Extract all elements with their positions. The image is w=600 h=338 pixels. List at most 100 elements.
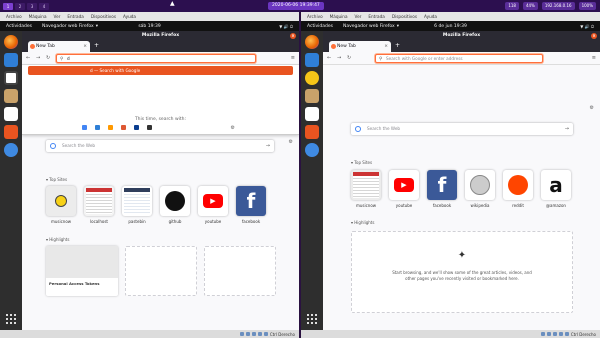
new-tab-icon[interactable]: + xyxy=(94,42,99,49)
search-suggestion-row[interactable]: d — Search with Google xyxy=(28,66,293,75)
app-menu[interactable]: Navegador web Firefox ▾ xyxy=(343,24,399,29)
menu-archivo[interactable]: Archivo xyxy=(6,14,22,19)
top-site-tile[interactable]: f facebook xyxy=(236,186,266,224)
top-site-tile[interactable]: a @amazon xyxy=(541,170,571,208)
search-settings-icon[interactable]: ⚙ xyxy=(231,125,235,131)
search-go-icon[interactable]: → xyxy=(266,140,270,152)
writer-icon[interactable] xyxy=(4,107,18,121)
search-placeholder: Search the Web xyxy=(62,143,96,148)
menu-dispositivos[interactable]: Dispositivos xyxy=(392,14,417,19)
show-applications-icon[interactable] xyxy=(6,314,16,324)
back-icon[interactable]: ← xyxy=(26,55,30,61)
highlights-header[interactable]: ▾ Highlights xyxy=(46,237,69,242)
firefox-icon[interactable] xyxy=(4,35,18,49)
highlights-header[interactable]: ▾ Highlights xyxy=(351,220,374,225)
system-menu-icon[interactable]: ▼ 🔊 ⏻ xyxy=(279,24,293,29)
top-site-label: musicnow xyxy=(355,203,377,208)
top-sites-header[interactable]: ▾ Top Sites xyxy=(46,177,67,182)
search-input[interactable]: Search the Web → xyxy=(351,123,573,135)
url-bar[interactable]: ⚲ d xyxy=(56,54,256,63)
top-site-tile[interactable]: musicnow xyxy=(46,186,76,224)
show-applications-icon[interactable] xyxy=(307,314,317,324)
host-status-item[interactable]: 118 xyxy=(505,2,519,10)
gear-icon[interactable]: ⚙ xyxy=(590,105,594,111)
menu-dispositivos[interactable]: Dispositivos xyxy=(91,14,116,19)
guest-clock[interactable]: sáb 19:39 xyxy=(138,24,160,29)
hamburger-menu-icon[interactable]: ≡ xyxy=(291,55,295,61)
software-icon[interactable] xyxy=(305,125,319,139)
workspace-4[interactable]: 4 xyxy=(39,2,49,10)
back-icon[interactable]: ← xyxy=(327,55,331,61)
help-icon[interactable] xyxy=(305,143,319,157)
close-icon[interactable]: × xyxy=(290,32,296,39)
ebay-engine-icon[interactable] xyxy=(134,125,139,130)
workspace-2[interactable]: 2 xyxy=(15,2,25,10)
top-site-tile[interactable]: musicnow xyxy=(351,170,381,208)
top-site-tile[interactable]: localhost xyxy=(84,186,114,224)
new-tab-icon[interactable]: + xyxy=(395,42,400,49)
top-site-tile[interactable]: reddit xyxy=(503,170,533,208)
amazon-engine-icon[interactable] xyxy=(108,125,113,130)
reload-icon[interactable]: ↻ xyxy=(46,55,50,61)
duckduckgo-engine-icon[interactable] xyxy=(121,125,126,130)
top-sites-header[interactable]: ▾ Top Sites xyxy=(351,160,372,165)
wikipedia-engine-icon[interactable] xyxy=(147,125,152,130)
rhythmbox-icon[interactable] xyxy=(4,71,18,85)
menu-maquina[interactable]: Máquina xyxy=(29,14,47,19)
workspace-3[interactable]: 3 xyxy=(27,2,37,10)
host-status-item[interactable]: 192.168.0.16 xyxy=(541,2,575,10)
host-status-item[interactable]: 44% xyxy=(522,2,538,10)
forward-icon[interactable]: → xyxy=(36,55,40,61)
bing-engine-icon[interactable] xyxy=(95,125,100,130)
files-icon[interactable] xyxy=(4,89,18,103)
chevron-down-icon: ▾ xyxy=(396,23,399,29)
menu-ayuda[interactable]: Ayuda xyxy=(424,14,437,19)
menu-archivo[interactable]: Archivo xyxy=(307,14,323,19)
thunderbird-icon[interactable] xyxy=(305,53,319,67)
tab-close-icon[interactable]: × xyxy=(384,41,388,52)
highlight-placeholder xyxy=(204,246,276,296)
top-site-tile[interactable]: wikipedia xyxy=(465,170,495,208)
software-icon[interactable] xyxy=(4,125,18,139)
tab-close-icon[interactable]: × xyxy=(83,41,87,52)
reload-icon[interactable]: ↻ xyxy=(347,55,351,61)
google-engine-icon[interactable] xyxy=(82,125,87,130)
help-icon[interactable] xyxy=(4,143,18,157)
highlight-card[interactable]: Personal Access Tokens xyxy=(46,246,118,296)
hamburger-menu-icon[interactable]: ≡ xyxy=(592,55,596,61)
top-site-label: pastebin xyxy=(128,219,146,224)
gear-icon[interactable]: ⚙ xyxy=(289,139,293,145)
search-input[interactable]: Search the Web → xyxy=(46,140,274,152)
menu-entrada[interactable]: Entrada xyxy=(368,14,384,19)
activities-button[interactable]: Actividades xyxy=(307,24,333,29)
guest-clock[interactable]: 6 de jun 19:39 xyxy=(434,24,467,29)
top-site-tile[interactable]: ▶ youtube xyxy=(198,186,228,224)
menu-entrada[interactable]: Entrada xyxy=(67,14,83,19)
tab-new-tab[interactable]: New Tab × xyxy=(329,41,391,52)
forward-icon[interactable]: → xyxy=(337,55,341,61)
rhythmbox-icon[interactable] xyxy=(305,71,319,85)
top-site-tile[interactable]: github xyxy=(160,186,190,224)
activities-button[interactable]: Actividades xyxy=(6,24,32,29)
firefox-icon[interactable] xyxy=(305,35,319,49)
writer-icon[interactable] xyxy=(305,107,319,121)
close-icon[interactable]: × xyxy=(591,32,597,39)
menu-ver[interactable]: Ver xyxy=(355,14,362,19)
workspace-1[interactable]: 1 xyxy=(3,2,13,10)
thunderbird-icon[interactable] xyxy=(4,53,18,67)
search-go-icon[interactable]: → xyxy=(565,123,569,135)
top-site-tile[interactable]: ▶ youtube xyxy=(389,170,419,208)
files-icon[interactable] xyxy=(305,89,319,103)
menu-ayuda[interactable]: Ayuda xyxy=(123,14,136,19)
top-site-tile[interactable]: f facebook xyxy=(427,170,457,208)
top-site-tile[interactable]: pastebin xyxy=(122,186,152,224)
system-menu-icon[interactable]: ▼ 🔊 ⏻ xyxy=(580,24,594,29)
menu-ver[interactable]: Ver xyxy=(54,14,61,19)
menu-maquina[interactable]: Máquina xyxy=(330,14,348,19)
app-menu[interactable]: Navegador web Firefox ▾ xyxy=(42,24,98,29)
host-clock[interactable]: 2020-06-06 19:39:47 xyxy=(268,2,324,10)
host-status-item[interactable]: 100% xyxy=(578,2,596,10)
url-bar[interactable]: ⚲ Search with Google or enter address xyxy=(375,54,543,63)
vm-status-icon xyxy=(245,332,250,336)
tab-new-tab[interactable]: New Tab × xyxy=(28,41,90,52)
